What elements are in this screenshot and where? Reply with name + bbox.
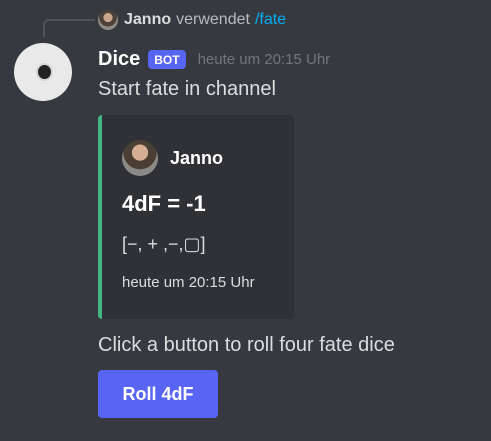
button-helper-text: Click a button to roll four fate dice — [98, 334, 395, 356]
message-content: Start fate in channel — [98, 78, 276, 100]
reply-command-link[interactable]: /fate — [255, 11, 286, 29]
reply-used-text: verwendet — [176, 11, 250, 28]
message-header: Dice BOT heute um 20:15 Uhr — [98, 45, 330, 73]
embed-footer: heute um 20:15 Uhr — [122, 274, 255, 291]
reply-user-avatar[interactable] — [98, 10, 118, 30]
embed-accent-bar — [98, 115, 102, 319]
message-timestamp: heute um 20:15 Uhr — [197, 50, 331, 68]
dice-result-embed: Janno 4dF = -1 [−, + ,−,▢] heute um 20:1… — [98, 115, 294, 319]
embed-author-name: Janno — [170, 147, 224, 168]
bot-tag: BOT — [148, 49, 186, 69]
roll-4df-button[interactable]: Roll 4dF — [98, 370, 218, 418]
embed-author-avatar — [122, 140, 158, 176]
dice-icon — [38, 65, 51, 79]
reply-connector-line — [43, 19, 95, 37]
embed-title: 4dF = -1 — [122, 191, 206, 216]
reply-context[interactable]: Janno verwendet /fate — [98, 9, 286, 31]
bot-avatar[interactable] — [14, 43, 72, 101]
embed-description: [−, + ,−,▢] — [122, 234, 206, 254]
embed-author: Janno — [122, 140, 223, 176]
reply-user-name[interactable]: Janno — [124, 11, 171, 29]
message-author[interactable]: Dice — [98, 48, 140, 71]
